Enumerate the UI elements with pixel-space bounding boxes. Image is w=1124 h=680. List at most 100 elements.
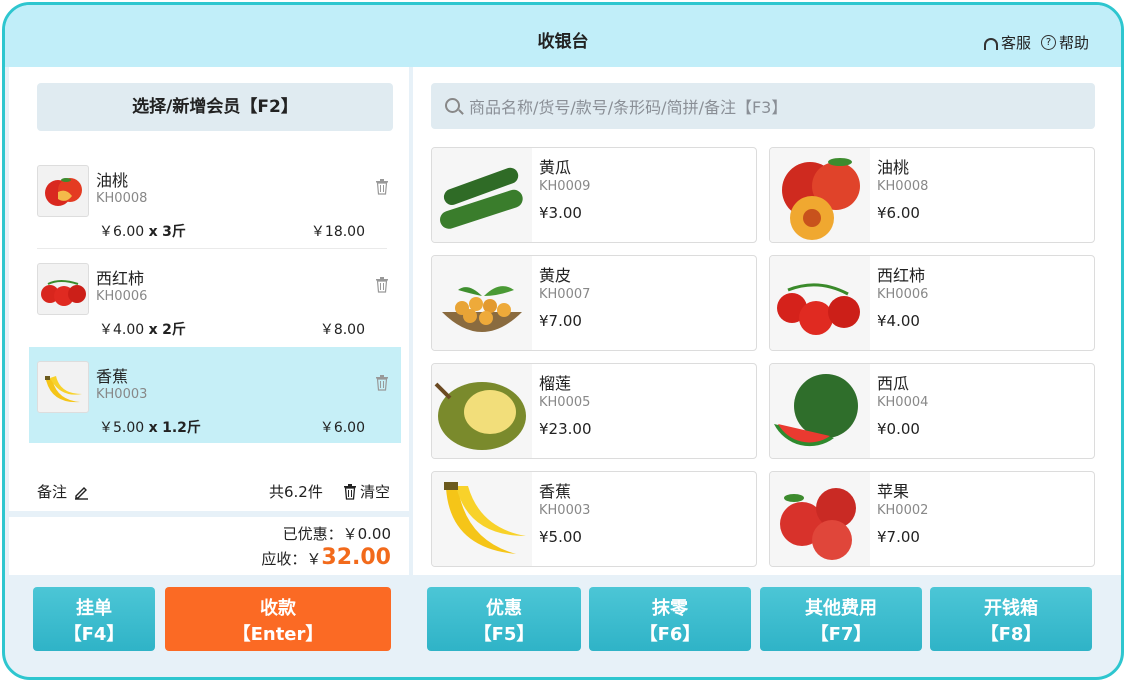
cart-item-price: ￥4.00 x 2斤 — [99, 322, 186, 338]
product-name: 西瓜 — [877, 374, 910, 393]
remark-button[interactable]: 备注 — [37, 481, 89, 502]
product-image — [432, 148, 532, 242]
trash-icon[interactable] — [375, 375, 389, 391]
product-code: KH0007 — [539, 287, 591, 302]
cart-item-name: 香蕉 — [96, 367, 129, 386]
amount-due: 应收：￥32.00 — [261, 545, 391, 570]
cart-item[interactable]: 油桃 KH0008 ￥6.00 x 3斤 ￥18.00 — [29, 151, 401, 247]
product-name: 西红柿 — [877, 266, 926, 285]
search-icon — [445, 98, 460, 113]
clear-label: 清空 — [360, 483, 391, 501]
product-card[interactable]: 黄皮 KH0007 ¥7.00 — [431, 255, 757, 351]
other-fees-button[interactable]: 其他费用 【F7】 — [760, 587, 922, 651]
product-price: ¥3.00 — [539, 204, 582, 222]
round-off-button[interactable]: 抹零 【F6】 — [589, 587, 751, 651]
cart-item-price: ￥6.00 x 3斤 — [99, 224, 186, 240]
product-price: ¥6.00 — [877, 204, 920, 222]
product-card[interactable]: 西瓜 KH0004 ¥0.00 — [769, 363, 1095, 459]
app-window: 收银台 客服 ? 帮助 选择/新增会员【F2】 油桃 KH0008 ￥6.00 … — [2, 2, 1124, 680]
product-name: 香蕉 — [539, 482, 572, 501]
cart-item-code: KH0003 — [96, 387, 148, 402]
help-link[interactable]: ? 帮助 — [1040, 32, 1089, 53]
product-image — [770, 256, 870, 350]
collect-payment-button[interactable]: 收款 【Enter】 — [165, 587, 391, 651]
cart-item-code: KH0008 — [96, 191, 148, 206]
product-name: 油桃 — [877, 158, 910, 177]
product-card[interactable]: 香蕉 KH0003 ¥5.00 — [431, 471, 757, 567]
product-card[interactable]: 苹果 KH0002 ¥7.00 — [769, 471, 1095, 567]
header-links: 客服 ? 帮助 — [983, 32, 1089, 53]
headset-icon — [983, 37, 998, 50]
apple-icon — [780, 488, 856, 560]
product-image — [770, 148, 870, 242]
cart-item-thumbnail — [37, 361, 89, 413]
cart-item-subtotal: ￥6.00 — [319, 420, 365, 436]
hang-order-button[interactable]: 挂单 【F4】 — [33, 587, 155, 651]
product-code: KH0004 — [877, 395, 929, 410]
cart-item-name: 油桃 — [96, 171, 129, 190]
trash-icon[interactable] — [375, 277, 389, 293]
product-name: 苹果 — [877, 482, 910, 501]
amount-due-value: 32.00 — [321, 545, 391, 570]
product-panel: 黄瓜 KH0009 ¥3.00 油桃 KH0008 ¥6.00 黄皮 KH000… — [413, 67, 1121, 575]
pencil-icon — [75, 486, 89, 500]
tomato-icon — [777, 283, 860, 335]
item-count: 共6.2件 — [269, 483, 323, 501]
cucumber-icon — [440, 167, 523, 229]
product-card[interactable]: 西红柿 KH0006 ¥4.00 — [769, 255, 1095, 351]
durian-icon — [434, 382, 526, 450]
search-input[interactable] — [467, 91, 1071, 123]
discount-button[interactable]: 优惠 【F5】 — [427, 587, 581, 651]
cart-item-subtotal: ￥8.00 — [319, 322, 365, 338]
banana-icon — [444, 482, 526, 554]
banana-icon — [45, 376, 82, 403]
page-title: 收银台 — [537, 32, 589, 52]
service-label: 客服 — [1000, 34, 1031, 52]
header-bar: 收银台 客服 ? 帮助 — [5, 5, 1121, 67]
product-price: ¥23.00 — [539, 420, 592, 438]
product-card[interactable]: 油桃 KH0008 ¥6.00 — [769, 147, 1095, 243]
cart-panel: 选择/新增会员【F2】 油桃 KH0008 ￥6.00 x 3斤 ￥18.00 — [9, 67, 409, 575]
product-code: KH0008 — [877, 179, 929, 194]
product-code: KH0003 — [539, 503, 591, 518]
product-price: ¥5.00 — [539, 528, 582, 546]
cart-item-thumbnail — [37, 263, 89, 315]
product-code: KH0005 — [539, 395, 591, 410]
product-name: 黄皮 — [539, 266, 572, 285]
cart-item-subtotal: ￥18.00 — [310, 224, 365, 240]
product-code: KH0006 — [877, 287, 929, 302]
clear-cart-button[interactable]: 清空 — [343, 481, 390, 502]
product-price: ¥7.00 — [539, 312, 582, 330]
service-link[interactable]: 客服 — [983, 32, 1031, 53]
product-image — [432, 256, 532, 350]
cart-item-selected[interactable]: 香蕉 KH0003 ￥5.00 x 1.2斤 ￥6.00 — [29, 347, 401, 443]
product-code: KH0002 — [877, 503, 929, 518]
product-name: 黄瓜 — [539, 158, 572, 177]
watermelon-icon — [774, 374, 858, 447]
product-price: ¥7.00 — [877, 528, 920, 546]
cart-item-thumbnail — [37, 165, 89, 217]
nectarine-icon — [45, 178, 82, 206]
trash-icon[interactable] — [375, 179, 389, 195]
question-icon: ? — [1040, 35, 1056, 50]
product-image — [432, 472, 532, 566]
product-price: ¥0.00 — [877, 420, 920, 438]
product-grid: 黄瓜 KH0009 ¥3.00 油桃 KH0008 ¥6.00 黄皮 KH000… — [431, 147, 1101, 575]
product-image — [770, 364, 870, 458]
wampee-icon — [442, 286, 522, 332]
product-code: KH0009 — [539, 179, 591, 194]
product-image — [432, 364, 532, 458]
open-drawer-button[interactable]: 开钱箱 【F8】 — [930, 587, 1092, 651]
select-member-button[interactable]: 选择/新增会员【F2】 — [37, 83, 393, 131]
nectarine-icon — [782, 158, 860, 240]
product-price: ¥4.00 — [877, 312, 920, 330]
cart-item[interactable]: 西红柿 KH0006 ￥4.00 x 2斤 ￥8.00 — [29, 249, 401, 345]
discount-summary: 已优惠：￥0.00 — [282, 525, 391, 543]
product-image — [770, 472, 870, 566]
cart-item-name: 西红柿 — [96, 269, 145, 288]
product-card[interactable]: 黄瓜 KH0009 ¥3.00 — [431, 147, 757, 243]
help-label: 帮助 — [1058, 34, 1089, 52]
cart-item-code: KH0006 — [96, 289, 148, 304]
product-name: 榴莲 — [539, 374, 572, 393]
product-card[interactable]: 榴莲 KH0005 ¥23.00 — [431, 363, 757, 459]
